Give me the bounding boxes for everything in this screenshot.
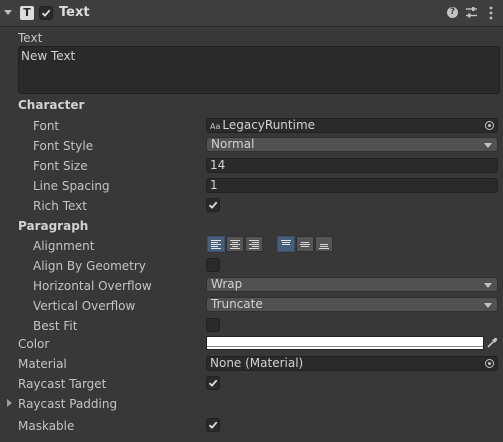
rich-text-checkbox[interactable] bbox=[206, 198, 220, 212]
line-spacing-input[interactable]: 1 bbox=[206, 178, 498, 193]
line-spacing-label: Line Spacing bbox=[33, 179, 110, 193]
raycast-padding-foldout[interactable]: Raycast Padding bbox=[18, 397, 117, 411]
material-value: None (Material) bbox=[210, 356, 304, 370]
paragraph-heading: Paragraph bbox=[18, 219, 89, 233]
text-label: Text bbox=[18, 31, 43, 45]
eyedropper-icon[interactable] bbox=[486, 337, 498, 349]
horizontal-overflow-dropdown[interactable]: Wrap bbox=[206, 277, 498, 292]
color-label: Color bbox=[18, 337, 50, 351]
component-header: T Text ? bbox=[0, 0, 503, 27]
font-size-input[interactable]: 14 bbox=[206, 158, 498, 173]
best-fit-checkbox[interactable] bbox=[206, 318, 220, 332]
font-label: Font bbox=[33, 119, 60, 133]
align-bottom-button[interactable] bbox=[315, 236, 333, 252]
align-top-button[interactable] bbox=[277, 236, 295, 252]
more-options-icon[interactable] bbox=[488, 6, 494, 20]
material-field[interactable]: None (Material) bbox=[206, 356, 498, 371]
alpha-bar bbox=[207, 346, 483, 349]
font-style-value: Normal bbox=[211, 137, 255, 151]
raycast-target-checkbox[interactable] bbox=[206, 376, 220, 390]
font-style-label: Font Style bbox=[33, 139, 94, 153]
font-field[interactable]: Aa LegacyRuntime bbox=[206, 118, 498, 133]
foldout-arrow-icon[interactable] bbox=[4, 10, 12, 15]
font-asset-icon: Aa bbox=[210, 122, 221, 131]
align-right-button[interactable] bbox=[245, 236, 263, 252]
maskable-label: Maskable bbox=[18, 419, 75, 433]
align-middle-button[interactable] bbox=[296, 236, 314, 252]
component-enabled-toggle[interactable] bbox=[39, 6, 53, 20]
align-center-button[interactable] bbox=[226, 236, 244, 252]
align-left-button[interactable] bbox=[207, 236, 225, 252]
raycast-target-label: Raycast Target bbox=[18, 377, 107, 391]
align-by-geometry-label: Align By Geometry bbox=[33, 259, 146, 273]
chevron-down-icon bbox=[484, 303, 492, 308]
foldout-arrow-icon[interactable] bbox=[7, 399, 12, 407]
vertical-overflow-label: Vertical Overflow bbox=[33, 299, 136, 313]
object-picker-icon[interactable] bbox=[485, 121, 494, 130]
help-icon[interactable]: ? bbox=[447, 7, 458, 18]
character-heading: Character bbox=[18, 98, 85, 112]
color-field[interactable] bbox=[206, 336, 484, 350]
rich-text-label: Rich Text bbox=[33, 199, 87, 213]
maskable-checkbox[interactable] bbox=[206, 418, 220, 432]
horizontal-overflow-label: Horizontal Overflow bbox=[33, 279, 152, 293]
text-area-input[interactable]: New Text bbox=[18, 46, 500, 94]
text-area-value: New Text bbox=[21, 49, 76, 63]
object-picker-icon[interactable] bbox=[485, 359, 494, 368]
component-title: Text bbox=[59, 5, 90, 20]
text-component-icon: T bbox=[20, 6, 34, 20]
material-label: Material bbox=[18, 357, 67, 371]
font-size-label: Font Size bbox=[33, 159, 88, 173]
font-value: LegacyRuntime bbox=[222, 118, 316, 132]
chevron-down-icon bbox=[484, 143, 492, 148]
vertical-overflow-dropdown[interactable]: Truncate bbox=[206, 297, 498, 312]
best-fit-label: Best Fit bbox=[33, 319, 78, 333]
horizontal-overflow-value: Wrap bbox=[211, 277, 243, 291]
vertical-overflow-value: Truncate bbox=[211, 297, 263, 311]
align-by-geometry-checkbox[interactable] bbox=[206, 258, 220, 272]
chevron-down-icon bbox=[484, 283, 492, 288]
presets-icon[interactable] bbox=[465, 6, 478, 19]
font-style-dropdown[interactable]: Normal bbox=[206, 137, 498, 152]
alignment-label: Alignment bbox=[33, 239, 95, 253]
